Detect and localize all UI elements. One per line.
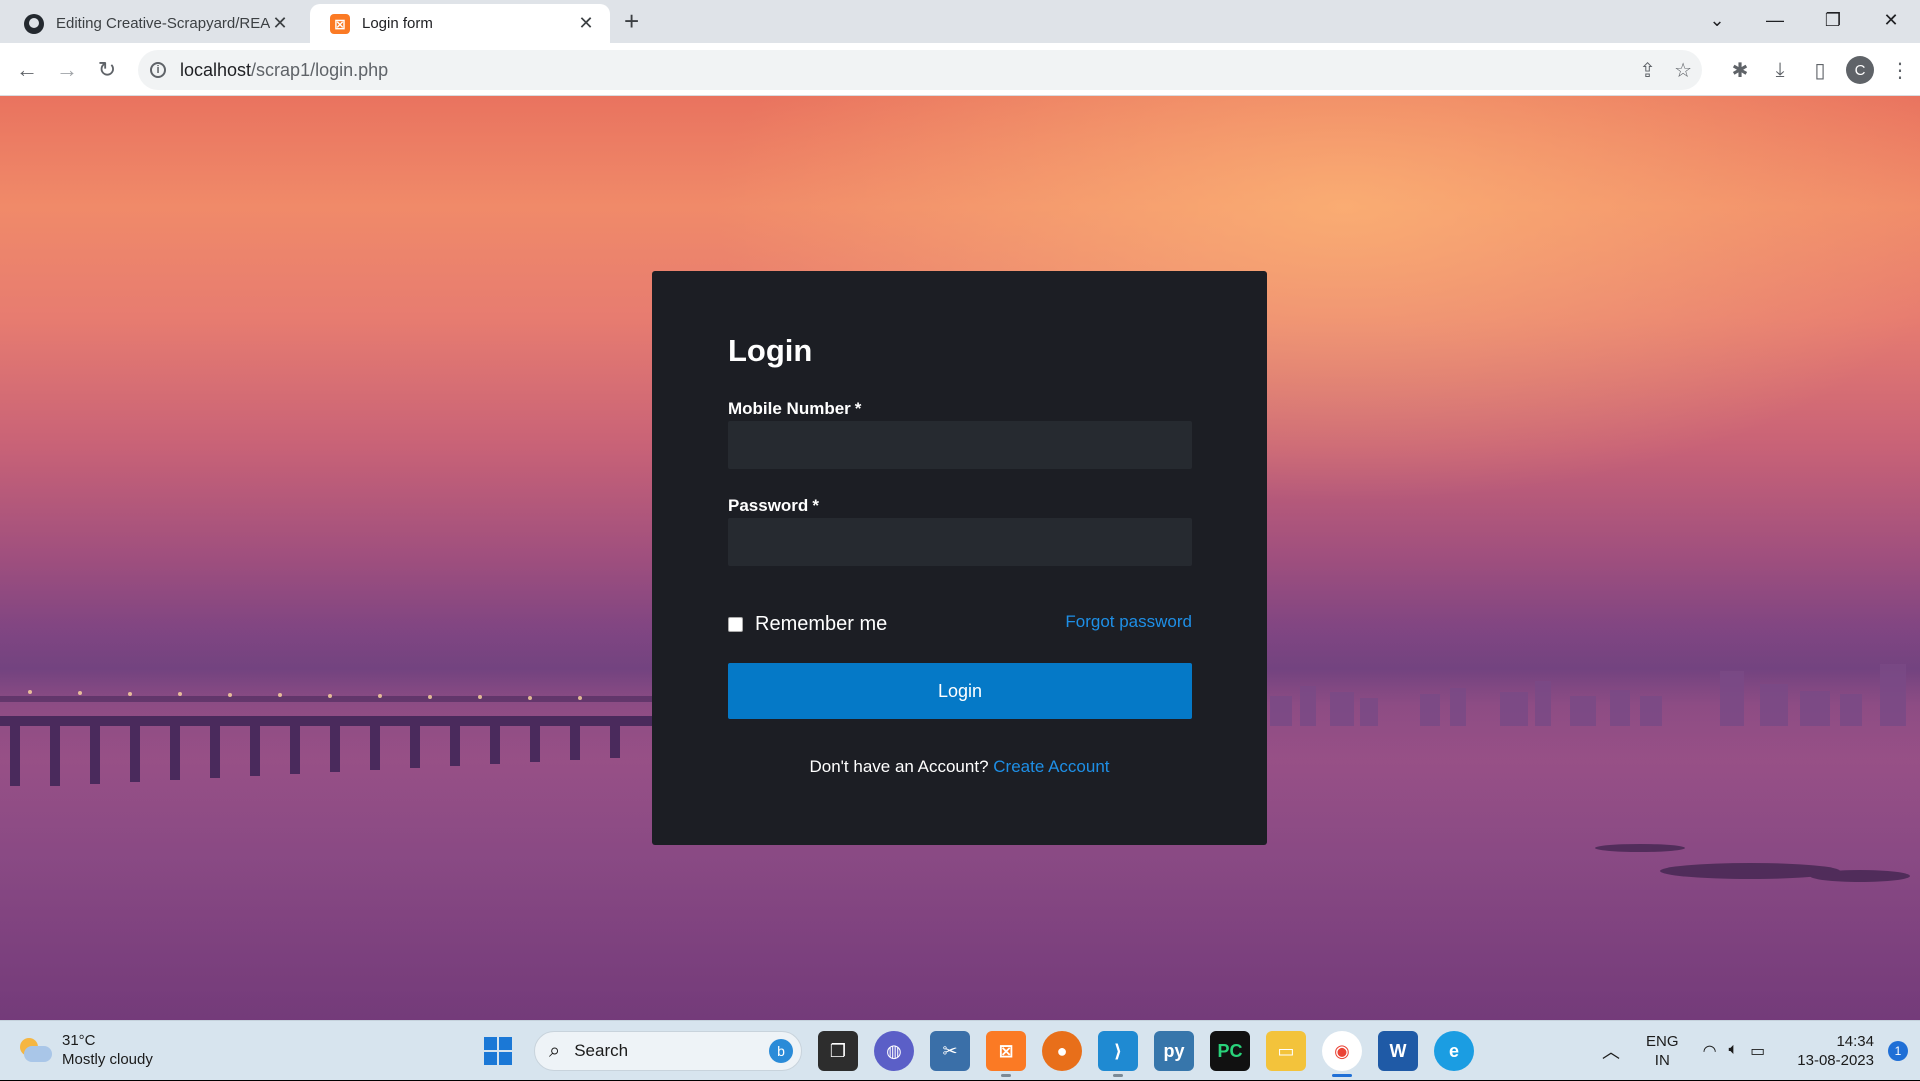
tab-search-icon[interactable]: ⌄ [1688, 0, 1746, 40]
extensions-icon[interactable]: ✱ [1720, 53, 1760, 87]
login-button[interactable]: Login [728, 663, 1192, 719]
menu-icon[interactable]: ⋮ [1880, 53, 1920, 87]
teams-chat-icon[interactable]: ◍ [874, 1031, 914, 1071]
window-controls: ⌄ — ❐ ✕ [1688, 0, 1920, 40]
downloads-icon[interactable]: ⤓ [1760, 53, 1800, 87]
partly-cloudy-icon [18, 1038, 52, 1062]
mobile-number-label: Mobile Number * [728, 399, 862, 418]
snipping-tool-icon[interactable]: ✂ [930, 1031, 970, 1071]
address-bar[interactable]: i localhost/scrap1/login.php ⇪ ☆ [138, 50, 1702, 90]
site-info-icon[interactable]: i [150, 62, 166, 78]
edge-icon[interactable]: e [1434, 1031, 1474, 1071]
xampp-icon: ⊠ [330, 13, 350, 34]
chevron-up-icon[interactable]: ︿ [1602, 1038, 1620, 1064]
python-icon[interactable]: py [1154, 1031, 1194, 1071]
tab-title: Login form [362, 15, 433, 32]
xampp-icon[interactable]: ⊠ [986, 1031, 1026, 1077]
reload-icon[interactable]: ↻ [90, 53, 124, 87]
remember-me-label: Remember me [755, 613, 888, 635]
browser-toolbar: ← → ↻ i localhost/scrap1/login.php ⇪ ☆ ✱… [0, 43, 1920, 96]
page-viewport: Login Mobile Number * Password * Remember … [0, 96, 1920, 1020]
tab-login-form[interactable]: ⊠ Login form ✕ [310, 4, 610, 43]
url-text: localhost/scrap1/login.php [180, 59, 389, 80]
password-input[interactable] [728, 518, 1192, 566]
mobile-number-input[interactable] [728, 421, 1192, 469]
signup-prompt: Don't have an Account? Create Account [809, 757, 1110, 776]
bookmark-star-icon[interactable]: ☆ [1674, 58, 1692, 83]
weather-temperature: 31°C [62, 1032, 96, 1049]
tab-title: Editing Creative-Scrapyard/READ [56, 15, 270, 32]
create-account-link[interactable]: Create Account [993, 757, 1109, 776]
task-view-icon[interactable]: ❐ [818, 1031, 858, 1071]
firefox-icon[interactable]: ● [1042, 1031, 1082, 1071]
clock[interactable]: 14:34 13-08-2023 [1797, 1032, 1874, 1070]
back-icon[interactable]: ← [10, 53, 44, 87]
start-windows-icon[interactable] [478, 1031, 518, 1071]
language-indicator[interactable]: ENG IN [1646, 1032, 1679, 1070]
github-icon [24, 13, 44, 34]
taskbar-apps: ⌕ Search b ❐ ◍ ✂ ⊠ ● ⟩ py PC ▭ ◉ W e [470, 1031, 1482, 1077]
minimize-icon[interactable]: — [1746, 0, 1804, 40]
system-tray: ︿ ENG IN ◠ 🔈︎ ▭ 14:34 13-08-2023 1 [1602, 1021, 1920, 1081]
volume-icon[interactable]: 🔈︎ [1729, 1041, 1739, 1061]
forgot-password-link[interactable]: Forgot password [1065, 612, 1192, 632]
wifi-icon[interactable]: ◠ [1703, 1041, 1717, 1061]
pycharm-icon[interactable]: PC [1210, 1031, 1250, 1071]
search-icon: ⌕ [549, 1039, 561, 1062]
bing-icon[interactable]: b [769, 1039, 793, 1063]
login-card: Login Mobile Number * Password * Remember … [652, 271, 1267, 845]
remember-me[interactable]: Remember me [728, 613, 887, 636]
weather-condition: Mostly cloudy [62, 1051, 153, 1068]
password-label: Password * [728, 496, 819, 515]
vscode-icon[interactable]: ⟩ [1098, 1031, 1138, 1077]
weather-widget[interactable]: 31°C Mostly cloudy [18, 1031, 153, 1069]
notification-badge[interactable]: 1 [1888, 1041, 1908, 1061]
side-panel-icon[interactable]: ▯ [1800, 53, 1840, 87]
taskbar: 31°C Mostly cloudy ⌕ Search b ❐ ◍ ✂ ⊠ ● … [0, 1020, 1920, 1080]
restore-icon[interactable]: ❐ [1804, 0, 1862, 40]
profile-avatar[interactable]: C [1846, 56, 1874, 84]
battery-icon[interactable]: ▭ [1750, 1041, 1765, 1061]
login-title: Login [728, 333, 813, 368]
window-close-icon[interactable]: ✕ [1862, 0, 1920, 40]
file-explorer-icon[interactable]: ▭ [1266, 1031, 1306, 1071]
word-icon[interactable]: W [1378, 1031, 1418, 1071]
forward-icon[interactable]: → [50, 53, 84, 87]
tab-github-editing[interactable]: Editing Creative-Scrapyard/READ ✕ [4, 4, 304, 43]
clock-date: 13-08-2023 [1797, 1052, 1874, 1069]
clock-time: 14:34 [1836, 1033, 1874, 1050]
chrome-icon[interactable]: ◉ [1322, 1031, 1362, 1077]
search-label: Search [574, 1041, 629, 1060]
new-tab-icon[interactable]: + [624, 6, 639, 37]
close-icon[interactable]: ✕ [576, 13, 596, 34]
taskbar-search[interactable]: ⌕ Search b [534, 1031, 802, 1071]
close-icon[interactable]: ✕ [270, 13, 290, 34]
share-icon[interactable]: ⇪ [1639, 58, 1656, 83]
browser-tab-strip: Editing Creative-Scrapyard/READ ✕ ⊠ Logi… [0, 0, 1920, 43]
remember-me-checkbox[interactable] [728, 617, 743, 632]
